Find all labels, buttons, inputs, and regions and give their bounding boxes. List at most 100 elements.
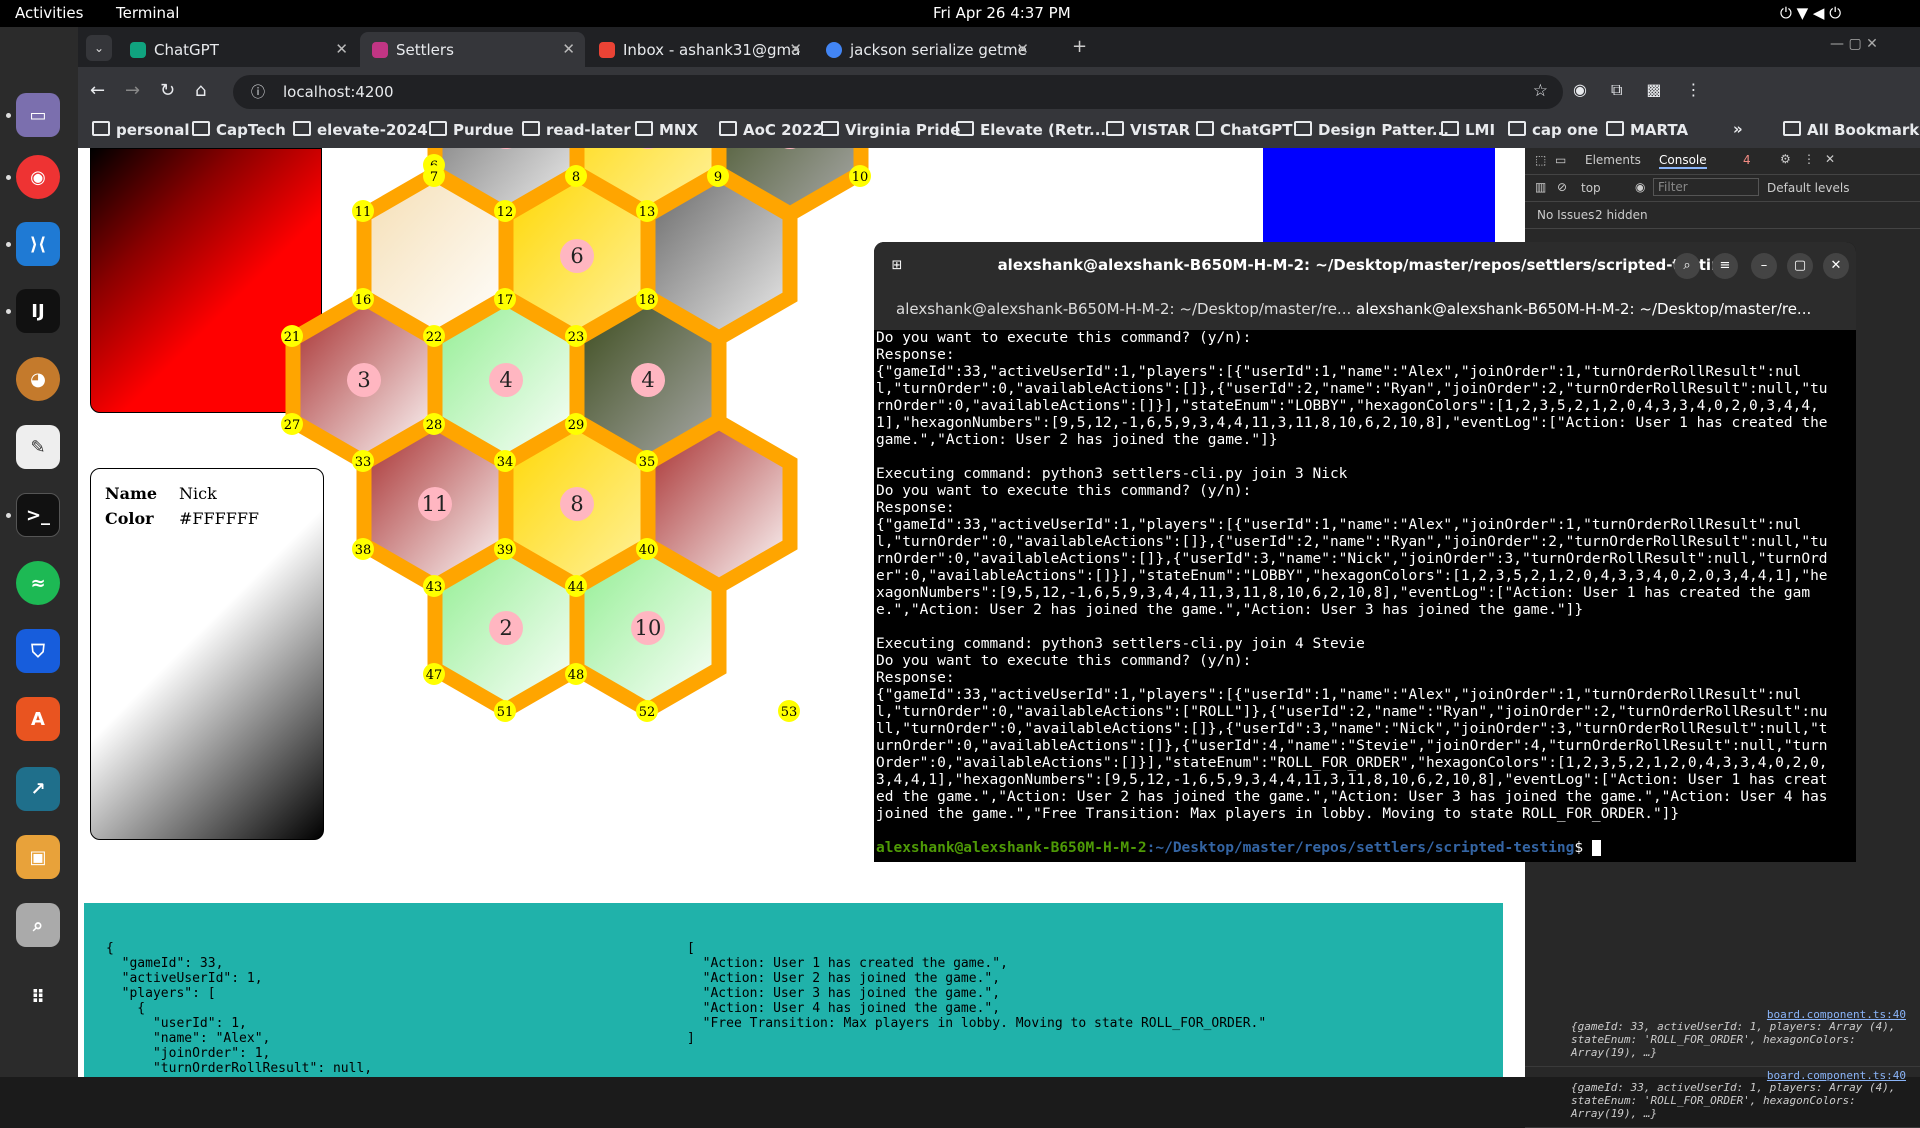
clock[interactable]: Fri Apr 26 4:37 PM [933,4,1071,22]
state-panel: { "gameId": 33, "activeUserId": 1, "play… [84,903,1503,1077]
top-bar: Activities Terminal Fri Apr 26 4:37 PM ⏻… [0,0,1920,27]
tab-chatgpt[interactable]: ChatGPT ✕ [118,32,358,67]
close-icon[interactable]: ✕ [789,40,802,58]
terminal-tab-2[interactable]: alexshank@alexshank-B650M-H-M-2: ~/Deskt… [1356,300,1811,318]
tab-settlers[interactable]: Settlers ✕ [360,32,585,67]
bookmark-item[interactable]: cap one [1508,121,1598,139]
vertex-label: 38 [355,543,372,558]
terminal-tab-1[interactable]: alexshank@alexshank-B650M-H-M-2: ~/Deskt… [896,300,1351,318]
clear-icon[interactable]: ⊘ [1557,180,1567,194]
software-center-icon[interactable]: A [16,697,60,741]
settings-icon[interactable]: ⚙ [1780,152,1791,166]
forward-button[interactable]: → [125,80,140,101]
bookmark-star-icon[interactable]: ☆ [1533,81,1548,101]
tab-inbox[interactable]: Inbox - ashank31@gma ✕ [587,32,812,67]
context-select[interactable]: top [1581,181,1601,195]
home-button[interactable]: ⌂ [195,80,206,101]
vertex-label: 10 [852,170,869,185]
inspect-icon[interactable]: ⬚ [1535,153,1546,167]
issues-text[interactable]: No Issues [1537,208,1594,222]
console-log-entry[interactable]: board.component.ts:40 {gameId: 33, activ… [1525,1067,1920,1128]
prompt-sign: $ [1574,840,1592,856]
app-grid-icon[interactable]: ⠿ [16,975,60,1019]
address-bar[interactable]: ⓘ localhost:4200 ☆ [233,75,1563,109]
log-object[interactable]: {gameId: 33, activeUserId: 1, players: A… [1571,1020,1901,1059]
bookmark-item[interactable]: ChatGPT [1196,121,1293,139]
more-bookmarks-icon[interactable]: » [1733,120,1743,138]
site-info-icon[interactable]: ⓘ [251,82,265,102]
menu-icon[interactable]: ≡ [1712,253,1738,279]
terminal-tabs: alexshank@alexshank-B650M-H-M-2: ~/Deskt… [874,288,1856,330]
tab-search-icon[interactable]: ⌄ [86,35,112,61]
bookmark-item[interactable]: Purdue [429,121,514,139]
activities-button[interactable]: Activities [15,4,83,22]
system-tray[interactable]: ⏻ ▼ ◀ ⏻ [1780,4,1841,22]
close-icon[interactable]: ✕ [1016,40,1029,58]
bitwarden-icon[interactable]: ⛉ [16,629,60,673]
close-icon[interactable]: ✕ [335,40,348,58]
eye-icon[interactable]: ◉ [1635,180,1645,194]
terminal-output[interactable]: Do you want to execute this command? (y/… [876,330,1836,857]
minimize-icon[interactable]: – [1751,253,1777,279]
files-icon[interactable]: ▭ [16,93,60,137]
bookmark-item[interactable]: Design Patter... [1294,121,1449,139]
close-icon[interactable]: ✕ [562,40,575,58]
vertex-label: 44 [568,580,585,595]
terminal-app-label[interactable]: Terminal [116,4,179,22]
tab-elements[interactable]: Elements [1585,153,1641,167]
more-icon[interactable]: ⋮ [1803,152,1815,166]
error-count[interactable]: 4 [1743,153,1751,167]
command-output: Do you want to execute this command? (y/… [876,330,1828,822]
bookmark-item[interactable]: Elevate (Retr... [956,121,1106,139]
new-terminal-icon[interactable]: ⊞ [884,253,910,279]
prompt-path: :~/Desktop/master/repos/settlers/scripte… [1146,840,1575,856]
maximize-icon[interactable]: ▢ [1787,253,1813,279]
search-icon[interactable]: ⌕ [1674,253,1700,279]
issues-bar: No Issues 2 hidden [1525,202,1920,229]
device-icon[interactable]: ▭ [1555,153,1566,167]
terminal-icon[interactable]: >_ [16,493,60,537]
filter-input[interactable]: Filter [1653,178,1759,196]
bookmark-item[interactable]: MNX [635,121,698,139]
intellij-icon[interactable]: IJ [16,289,60,333]
console-log-entry[interactable]: board.component.ts:40 {gameId: 33, activ… [1525,1006,1920,1067]
terminal-window[interactable]: alexshank@alexshank-B650M-H-M-2: ~/Deskt… [874,242,1856,862]
dock: ▭ ◉ ⟩⟨ IJ ◕ ✎ >_ ≈ ⛉ A ↗ ▣ ⌕ ⠿ [0,27,78,1077]
bookmark-item[interactable]: VISTAR [1106,121,1190,139]
gimp-icon[interactable]: ✎ [16,425,60,469]
bookmark-item[interactable]: LMI [1441,121,1495,139]
bookmark-item[interactable]: CapTech [192,121,286,139]
number-token-label: 2 [499,616,512,640]
bookmark-item[interactable]: personal [92,121,189,139]
tab-console[interactable]: Console [1659,153,1707,169]
back-button[interactable]: ← [90,80,105,101]
vertex-label: 40 [639,543,656,558]
chrome-icon[interactable]: ◉ [16,155,60,199]
new-tab-button[interactable]: + [1072,36,1087,57]
vertex-label: 18 [639,293,656,308]
window-controls[interactable]: — ▢ ✕ [1830,36,1878,52]
all-bookmarks[interactable]: All Bookmarks [1783,121,1920,139]
tab-jackson[interactable]: jackson serialize getme ✕ [814,32,1039,67]
levels-select[interactable]: Default levels [1767,181,1849,195]
bookmark-item[interactable]: Virginia Pride [821,121,960,139]
search-tool-icon[interactable]: ⌕ [16,903,60,947]
extension-icons[interactable]: ◉⧉▩⋮ [1573,80,1726,100]
vertex-label: 34 [497,455,514,470]
bookmark-item[interactable]: MARTA [1606,121,1688,139]
spotify-icon[interactable]: ≈ [16,561,60,605]
close-icon[interactable]: ✕ [1825,152,1835,166]
log-object[interactable]: {gameId: 33, activeUserId: 1, players: A… [1571,1081,1901,1120]
remote-icon[interactable]: ↗ [16,767,60,811]
dog-app-icon[interactable]: ◕ [16,357,60,401]
vscode-icon[interactable]: ⟩⟨ [16,222,60,266]
image-viewer-icon[interactable]: ▣ [16,835,60,879]
bookmark-item[interactable]: AoC 2022 [719,121,823,139]
close-icon[interactable]: ✕ [1823,253,1849,279]
running-dot [6,175,11,180]
sidebar-icon[interactable]: ▥ [1535,180,1546,194]
reload-button[interactable]: ↻ [160,80,175,101]
bookmark-item[interactable]: read-later [522,121,631,139]
bookmark-item[interactable]: elevate-2024 [293,121,428,139]
vertex-label: 17 [497,293,514,308]
